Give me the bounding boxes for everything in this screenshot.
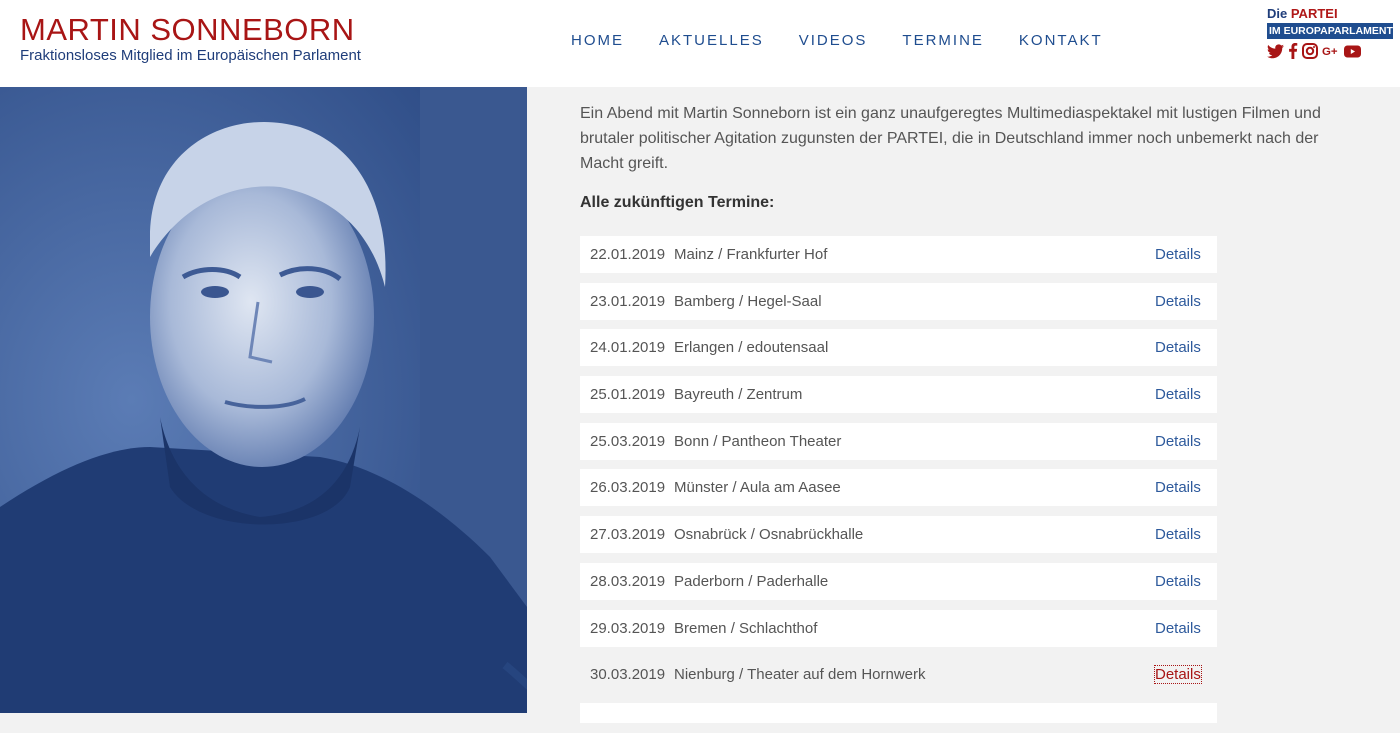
- event-row: 28.03.2019 Paderborn / Paderhalle Detail…: [580, 562, 1217, 600]
- event-row: 29.03.2019 Bremen / Schlachthof Details: [580, 609, 1217, 647]
- event-venue: Nienburg / Theater auf dem Hornwerk: [674, 666, 926, 684]
- event-venue: Bayreuth / Zentrum: [674, 386, 803, 404]
- event-date: 29.03.2019: [590, 619, 666, 637]
- event-date: 30.03.2019: [590, 666, 666, 684]
- event-venue: Mainz / Frankfurter Hof: [674, 246, 828, 263]
- event-venue: Bonn / Pantheon Theater: [674, 432, 842, 450]
- event-details-link[interactable]: Details: [1155, 339, 1201, 356]
- event-details-link[interactable]: Details: [1155, 479, 1201, 496]
- event-date: 25.01.2019: [590, 386, 666, 404]
- events-list: 22.01.2019 Mainz / Frankfurter Hof Detai…: [580, 236, 1217, 733]
- nav-aktuelles[interactable]: AKTUELLES: [659, 32, 764, 49]
- event-venue: Osnabrück / Osnabrückhalle: [674, 526, 864, 544]
- nav-videos[interactable]: VIDEOS: [799, 32, 868, 49]
- nav-home[interactable]: HOME: [571, 32, 624, 49]
- logo-line-2: IM EUROPAPARLAMENT: [1267, 23, 1393, 39]
- event-date: 24.01.2019: [590, 339, 666, 357]
- event-row: 24.01.2019 Erlangen / edoutensaal Detail…: [580, 329, 1217, 367]
- site-subtitle: Fraktionsloses Mitglied im Europäischen …: [20, 47, 361, 64]
- logo-prefix: Die: [1267, 6, 1291, 21]
- event-row: 25.03.2019 Bonn / Pantheon Theater Detai…: [580, 422, 1217, 460]
- logo-line-1: Die PARTEI: [1267, 6, 1393, 21]
- event-row: 22.01.2019 Mainz / Frankfurter Hof Detai…: [580, 236, 1217, 273]
- event-details-link[interactable]: Details: [1155, 386, 1201, 403]
- event-venue: Bremen / Schlachthof: [674, 619, 818, 637]
- event-venue: Bamberg / Hegel-Saal: [674, 292, 822, 310]
- event-details-link[interactable]: Details: [1155, 620, 1201, 637]
- event-row: 23.01.2019 Bamberg / Hegel-Saal Details: [580, 282, 1217, 320]
- site-title[interactable]: MARTIN SONNEBORN: [20, 12, 355, 48]
- event-row: 27.03.2019 Osnabrück / Osnabrückhalle De…: [580, 516, 1217, 554]
- intro-text: Ein Abend mit Martin Sonneborn ist ein g…: [580, 105, 1321, 172]
- instagram-icon[interactable]: [1302, 43, 1318, 64]
- event-venue: Erlangen / edoutensaal: [674, 339, 829, 357]
- event-details-link[interactable]: Details: [1155, 246, 1201, 263]
- events-heading: Alle zukünftigen Termine:: [580, 194, 775, 211]
- social-links: G+: [1267, 42, 1393, 64]
- event-row: 30.03.2019 Nienburg / Theater auf dem Ho…: [580, 656, 1217, 693]
- event-venue: Paderborn / Paderhalle: [674, 572, 829, 590]
- twitter-icon[interactable]: [1267, 43, 1284, 64]
- youtube-icon[interactable]: [1344, 45, 1361, 63]
- logo-brand: PARTEI: [1290, 6, 1338, 21]
- event-row: 26.03.2019 Münster / Aula am Aasee Detai…: [580, 469, 1217, 507]
- portrait-photo: [0, 87, 527, 713]
- event-details-link[interactable]: Details: [1155, 433, 1201, 450]
- event-details-link[interactable]: Details: [1155, 293, 1201, 310]
- event-date: 22.01.2019: [590, 246, 666, 263]
- event-details-link[interactable]: Details: [1154, 665, 1202, 685]
- event-venue: Münster / Aula am Aasee: [674, 479, 841, 497]
- partei-logo[interactable]: Die PARTEI IM EUROPAPARLAMENT G+: [1267, 6, 1393, 64]
- event-details-link[interactable]: Details: [1155, 526, 1201, 543]
- site-header: MARTIN SONNEBORN Fraktionsloses Mitglied…: [0, 0, 1400, 87]
- event-date: 26.03.2019: [590, 479, 666, 497]
- event-details-link[interactable]: Details: [1155, 573, 1201, 590]
- nav-kontakt[interactable]: KONTAKT: [1019, 32, 1103, 49]
- event-date: 27.03.2019: [590, 526, 666, 544]
- svg-text:G+: G+: [1322, 46, 1338, 58]
- facebook-icon[interactable]: [1288, 42, 1298, 64]
- main-nav: HOME AKTUELLES VIDEOS TERMINE KONTAKT: [571, 32, 1138, 49]
- nav-termine[interactable]: TERMINE: [902, 32, 984, 49]
- event-date: 25.03.2019: [590, 432, 666, 450]
- google-plus-icon[interactable]: G+: [1322, 44, 1340, 63]
- event-date: 23.01.2019: [590, 292, 666, 310]
- event-row: 25.01.2019 Bayreuth / Zentrum Details: [580, 376, 1217, 414]
- main-content: Ein Abend mit Martin Sonneborn ist ein g…: [580, 101, 1360, 212]
- event-date: 28.03.2019: [590, 572, 666, 590]
